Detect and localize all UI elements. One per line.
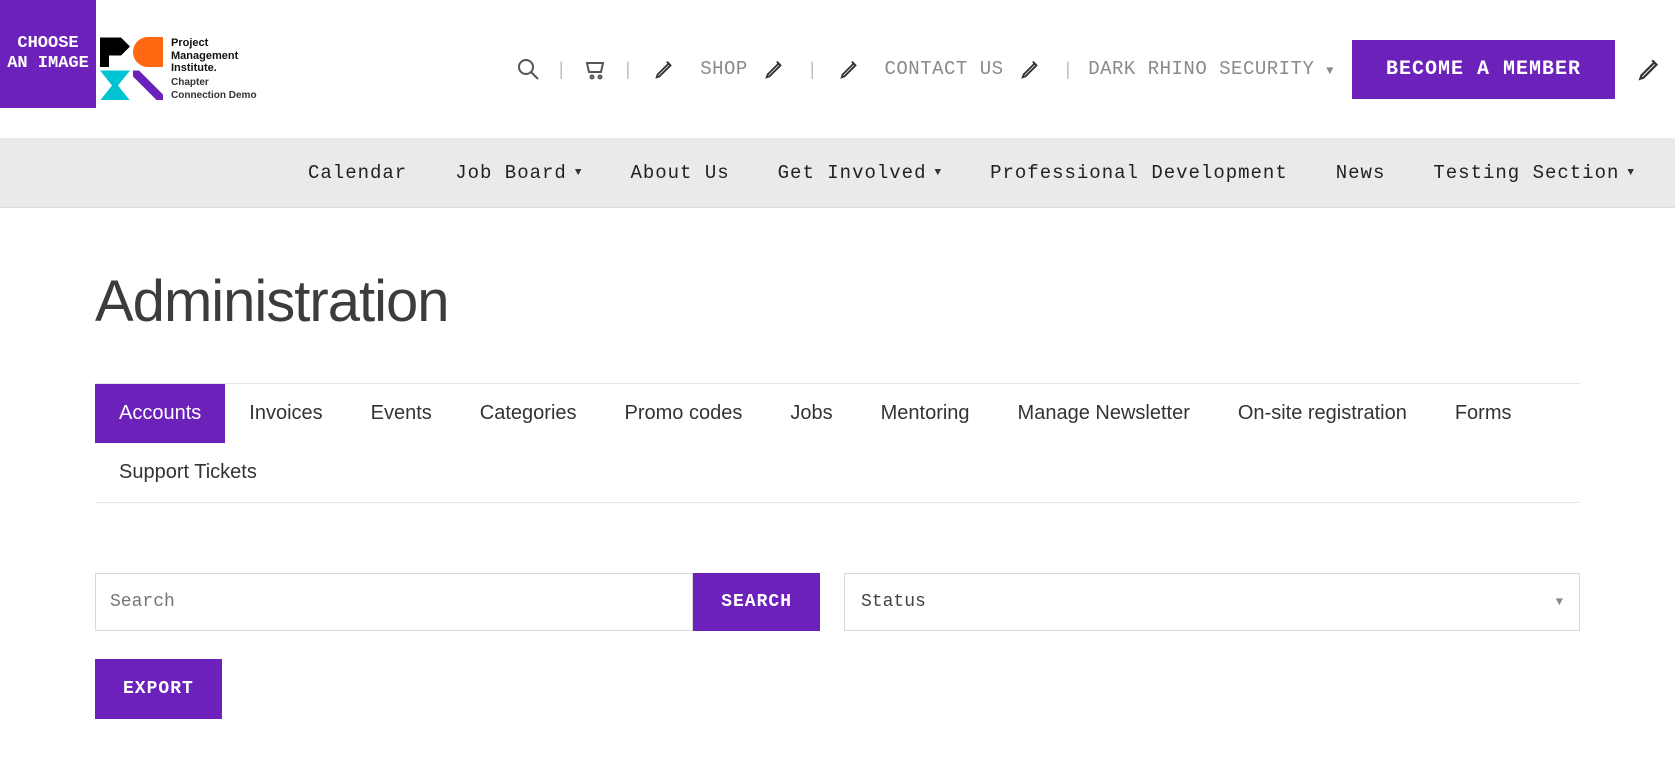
tab-label: Manage Newsletter <box>1018 402 1190 424</box>
chevron-down-icon: ▼ <box>1326 64 1334 78</box>
logo-sub1: Chapter <box>171 77 257 88</box>
shop-label: SHOP <box>700 58 748 80</box>
divider: | <box>559 59 564 80</box>
nav-get-involved[interactable]: Get Involved ▼ <box>778 162 942 184</box>
nav-about-us[interactable]: About Us <box>630 162 729 184</box>
tab-categories[interactable]: Categories <box>456 384 601 443</box>
pencil-icon[interactable] <box>1633 52 1667 86</box>
nav-label: Professional Development <box>990 162 1288 184</box>
tab-label: Forms <box>1455 402 1512 424</box>
tab-label: Mentoring <box>881 402 970 424</box>
page-title: Administration <box>95 268 1580 335</box>
search-input[interactable] <box>95 573 693 631</box>
tab-events[interactable]: Events <box>347 384 456 443</box>
search-group: SEARCH <box>95 573 820 631</box>
search-button-label: SEARCH <box>721 592 792 612</box>
divider: | <box>810 59 815 80</box>
logo-sub2: Connection Demo <box>171 90 257 101</box>
top-bar: Project Management Institute. Chapter Co… <box>0 0 1675 138</box>
tab-label: Promo codes <box>625 402 743 424</box>
logo-line1: Project <box>171 37 257 50</box>
divider: | <box>626 59 631 80</box>
nav-calendar[interactable]: Calendar <box>308 162 407 184</box>
logo-line2: Management <box>171 50 257 63</box>
tab-label: Support Tickets <box>119 461 257 483</box>
nav-testing-section[interactable]: Testing Section ▼ <box>1433 162 1635 184</box>
cta-label: BECOME A MEMBER <box>1386 58 1581 81</box>
search-icon[interactable] <box>515 56 541 82</box>
export-label: EXPORT <box>123 679 194 699</box>
content: Administration Accounts Invoices Events … <box>0 208 1675 759</box>
pencil-icon[interactable] <box>833 52 867 86</box>
tab-promo-codes[interactable]: Promo codes <box>601 384 767 443</box>
status-select[interactable]: Status ▼ <box>844 573 1580 631</box>
pencil-icon <box>1014 52 1048 86</box>
divider: | <box>1066 59 1071 80</box>
pencil-icon[interactable] <box>648 52 682 86</box>
tab-mentoring[interactable]: Mentoring <box>857 384 994 443</box>
tab-support-tickets[interactable]: Support Tickets <box>95 443 281 502</box>
contact-label: CONTACT US <box>885 58 1004 80</box>
tab-label: On-site registration <box>1238 402 1407 424</box>
chevron-down-icon: ▼ <box>934 167 942 179</box>
controls-row: SEARCH Status ▼ <box>95 573 1580 631</box>
nav-label: Testing Section <box>1433 162 1619 184</box>
tab-invoices[interactable]: Invoices <box>225 384 346 443</box>
nav-job-board[interactable]: Job Board ▼ <box>455 162 582 184</box>
tab-label: Accounts <box>119 402 201 424</box>
nav-label: News <box>1336 162 1386 184</box>
tab-label: Categories <box>480 402 577 424</box>
user-name: DARK RHINO SECURITY <box>1088 58 1314 80</box>
pencil-icon <box>758 52 792 86</box>
tab-accounts[interactable]: Accounts <box>95 384 225 443</box>
nav-label: Job Board <box>455 162 567 184</box>
user-menu[interactable]: DARK RHINO SECURITY ▼ <box>1088 58 1334 80</box>
admin-tabs: Accounts Invoices Events Categories Prom… <box>95 383 1580 503</box>
choose-image-label: CHOOSE AN IMAGE <box>5 34 91 73</box>
chevron-down-icon: ▼ <box>1627 167 1635 179</box>
tab-manage-newsletter[interactable]: Manage Newsletter <box>994 384 1214 443</box>
logo-line3: Institute. <box>171 62 257 75</box>
nav-professional-development[interactable]: Professional Development <box>990 162 1288 184</box>
tab-label: Events <box>371 402 432 424</box>
export-button[interactable]: EXPORT <box>95 659 222 719</box>
status-label: Status <box>861 592 926 612</box>
tab-label: Invoices <box>249 402 322 424</box>
main-nav: Calendar Job Board ▼ About Us Get Involve… <box>0 138 1675 208</box>
chevron-down-icon: ▼ <box>575 167 583 179</box>
tab-jobs[interactable]: Jobs <box>766 384 856 443</box>
nav-label: Calendar <box>308 162 407 184</box>
search-button[interactable]: SEARCH <box>693 573 820 631</box>
nav-label: About Us <box>630 162 729 184</box>
chevron-down-icon: ▼ <box>1556 595 1563 609</box>
top-right: | | SHOP | CONTACT US | DARK RHINO SECUR… <box>515 40 1675 99</box>
become-member-button[interactable]: BECOME A MEMBER <box>1352 40 1615 99</box>
cart-icon[interactable] <box>582 56 608 82</box>
choose-image-badge[interactable]: CHOOSE AN IMAGE <box>0 0 96 108</box>
nav-label: Get Involved <box>778 162 927 184</box>
nav-news[interactable]: News <box>1336 162 1386 184</box>
shop-link[interactable]: SHOP <box>700 52 792 86</box>
logo[interactable]: Project Management Institute. Chapter Co… <box>100 37 257 101</box>
tab-label: Jobs <box>790 402 832 424</box>
logo-mark <box>100 37 163 100</box>
contact-link[interactable]: CONTACT US <box>885 52 1048 86</box>
tab-onsite-registration[interactable]: On-site registration <box>1214 384 1431 443</box>
tab-forms[interactable]: Forms <box>1431 384 1536 443</box>
